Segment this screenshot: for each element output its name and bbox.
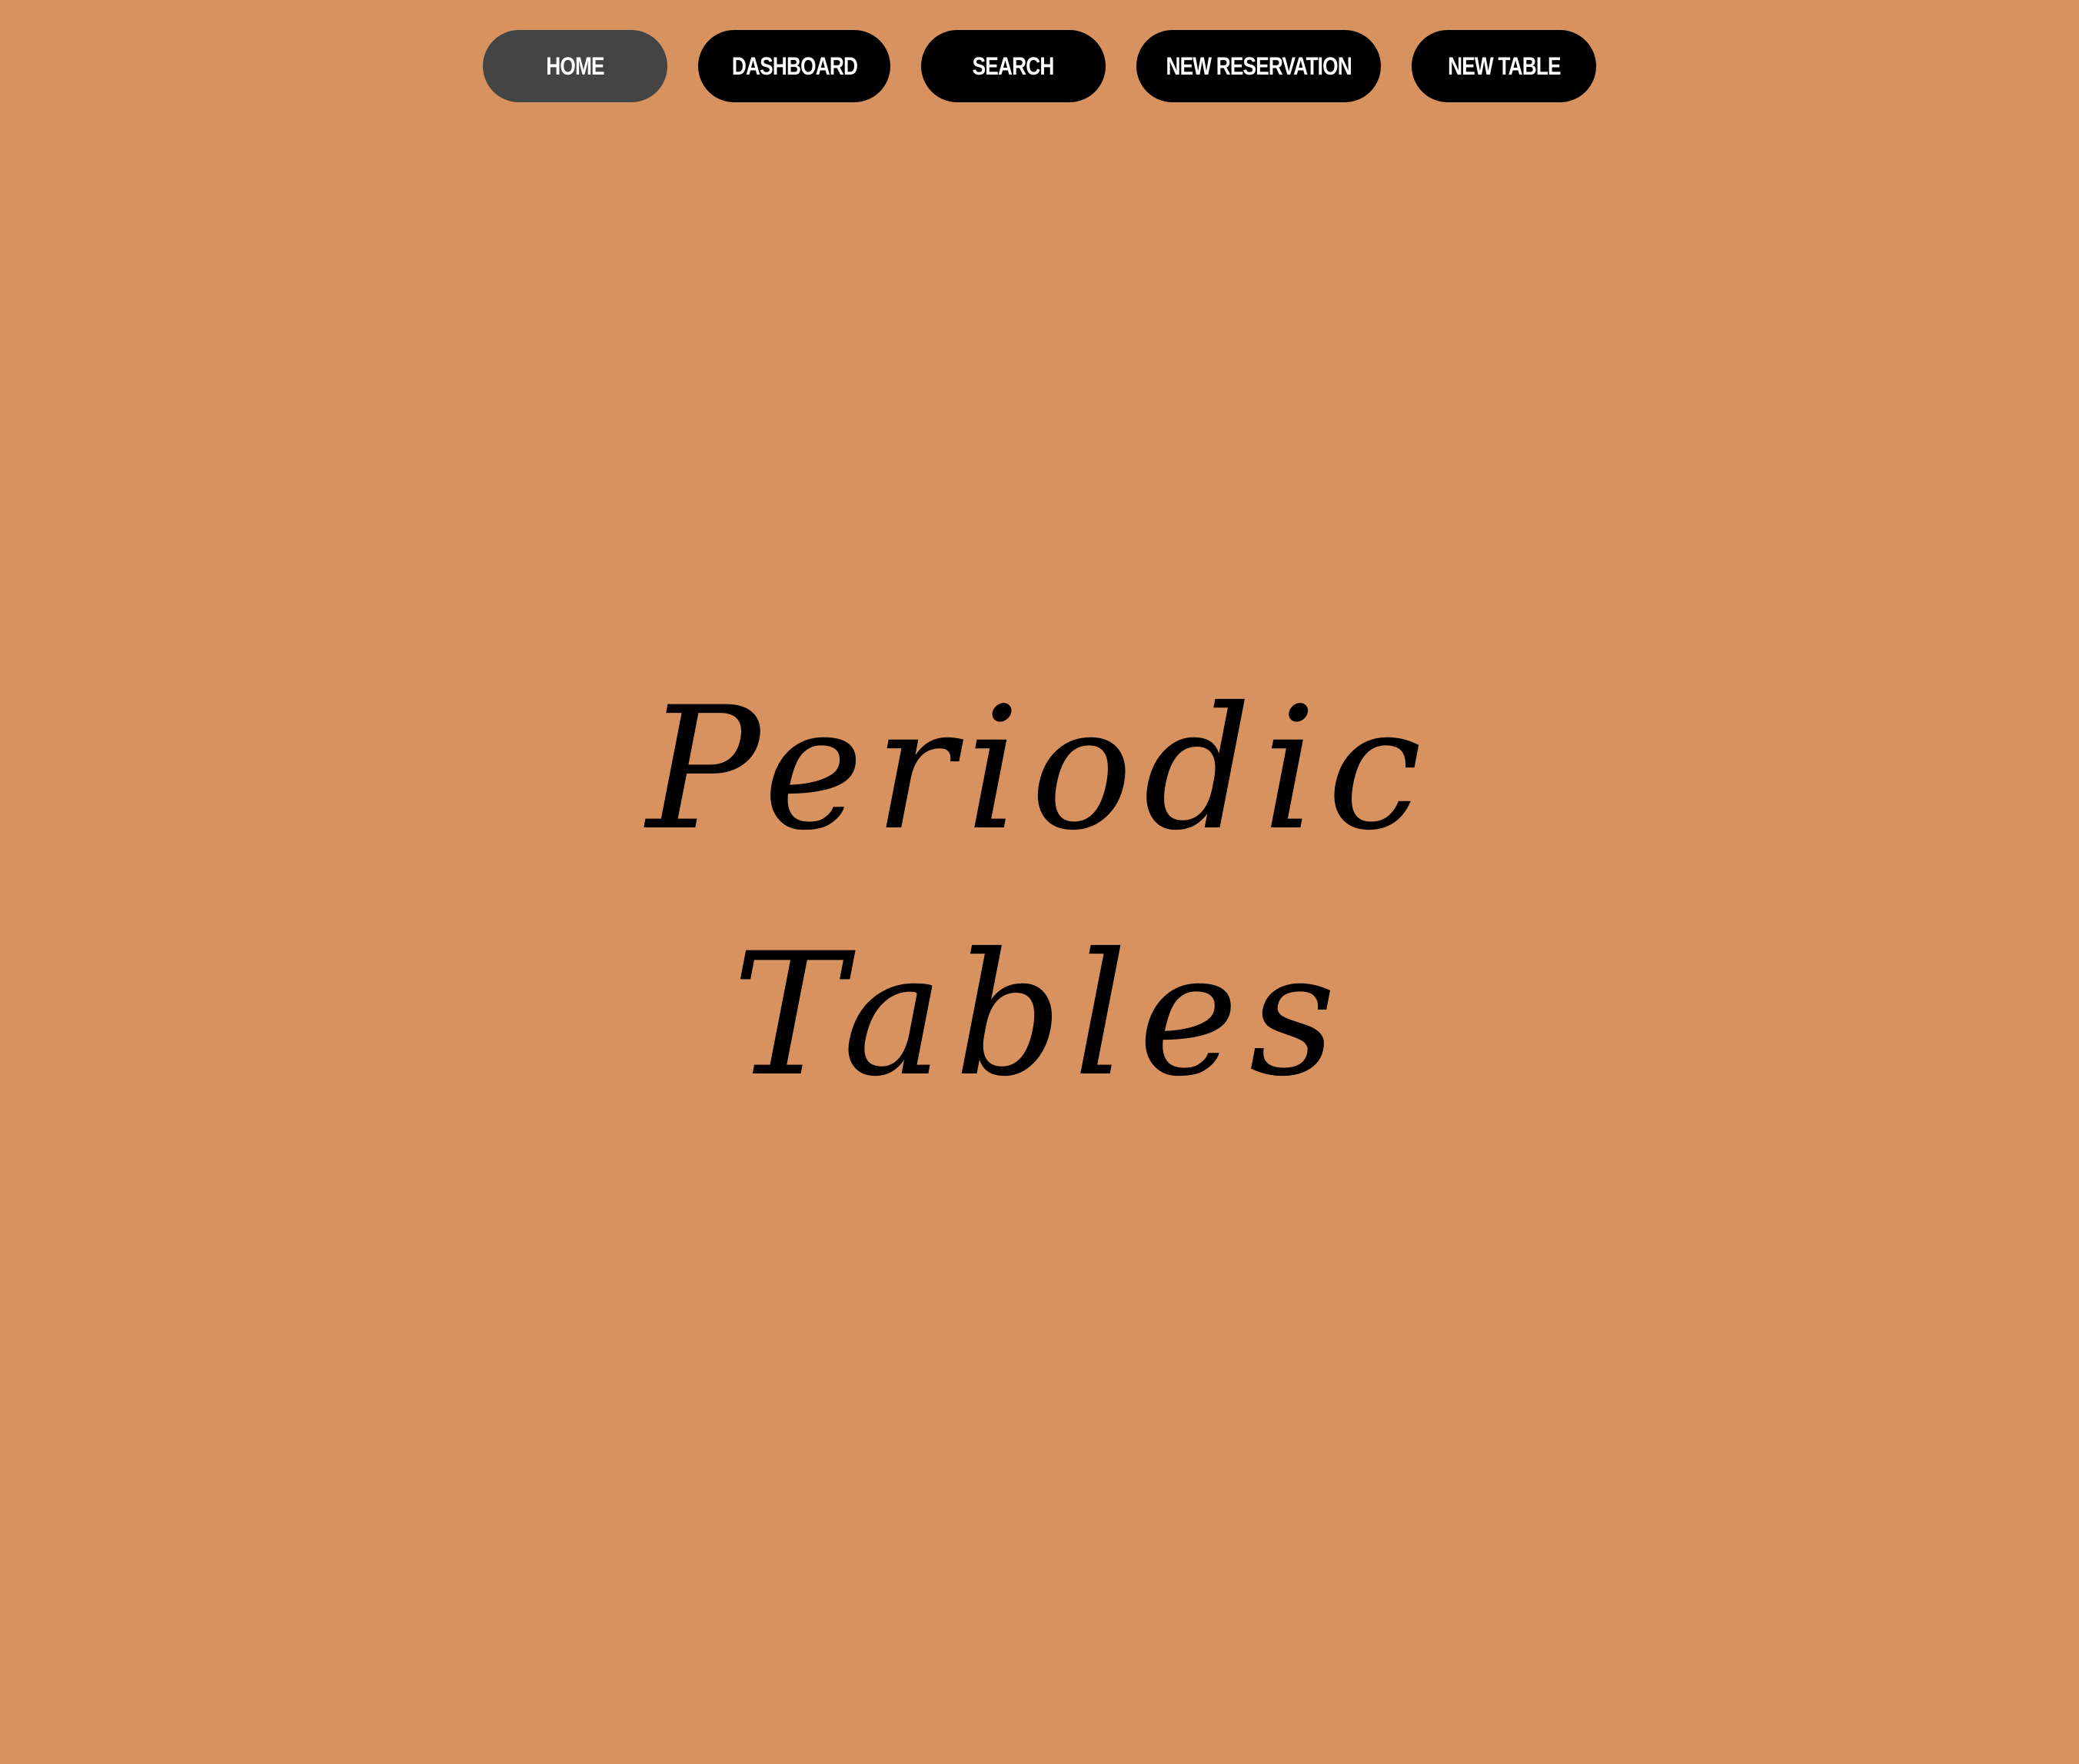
hero-title-line-1: Periodic — [646, 671, 1433, 867]
nav-new-reservation-label: New Reservation — [1166, 52, 1352, 80]
hero-title: Periodic Tables — [0, 646, 2079, 1138]
nav-new-table-button[interactable]: New Table — [1412, 30, 1596, 102]
page: Home Dashboard Search New Reservation Ne… — [0, 0, 2079, 1764]
nav-home-button[interactable]: Home — [483, 30, 667, 102]
nav-search-label: Search — [973, 52, 1055, 80]
nav-home-label: Home — [546, 52, 604, 80]
nav-new-reservation-button[interactable]: New Reservation — [1136, 30, 1381, 102]
nav-dashboard-button[interactable]: Dashboard — [698, 30, 890, 102]
nav-dashboard-label: Dashboard — [731, 52, 857, 80]
hero-title-line-2: Tables — [732, 917, 1347, 1113]
top-navigation: Home Dashboard Search New Reservation Ne… — [0, 0, 2079, 108]
nav-new-table-label: New Table — [1447, 52, 1561, 80]
nav-search-button[interactable]: Search — [921, 30, 1106, 102]
